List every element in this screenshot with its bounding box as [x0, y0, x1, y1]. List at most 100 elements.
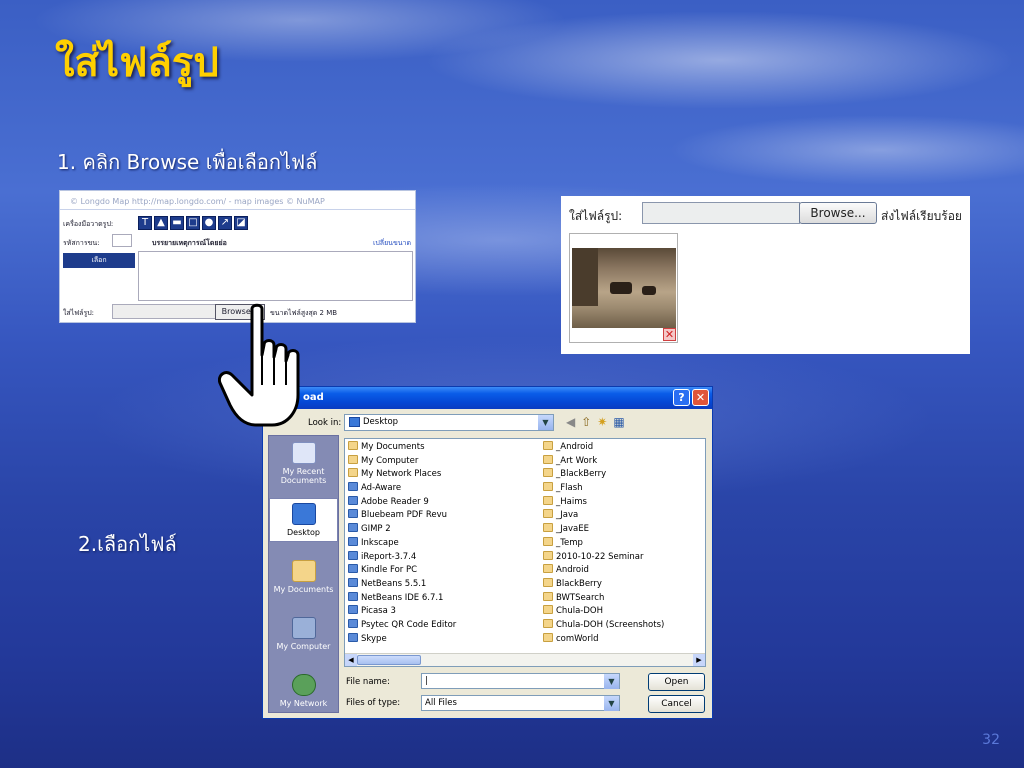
folder-icon	[543, 591, 553, 601]
polygon-tool-icon[interactable]: ◪	[234, 216, 248, 230]
file-list-item[interactable]: _Haims	[543, 495, 664, 510]
up-folder-icon[interactable]: ⇧	[581, 415, 591, 429]
scroll-left-icon[interactable]: ◀	[345, 654, 357, 666]
circle-tool-icon[interactable]: ●	[202, 216, 216, 230]
desktop-icon	[291, 503, 316, 525]
file-list-item[interactable]: My Computer	[348, 454, 456, 469]
file-list-item[interactable]: Ad-Aware	[348, 482, 456, 496]
description-textarea[interactable]	[138, 251, 413, 301]
file-list-item-label: _Flash	[556, 483, 583, 494]
file-list-item[interactable]: Adobe Reader 9	[348, 495, 456, 510]
resize-link[interactable]: เปลี่ยนขนาด	[373, 238, 411, 249]
file-list-item-label: BlackBerry	[556, 578, 602, 589]
file-list-item[interactable]: NetBeans IDE 6.7.1	[348, 591, 456, 606]
file-path-field[interactable]	[642, 202, 800, 224]
application-icon	[348, 605, 358, 615]
divider	[60, 209, 415, 210]
tools-label: เครื่องมือวาดรูป:	[63, 220, 114, 228]
place-my-network[interactable]: My Network	[269, 674, 338, 708]
file-list-item[interactable]: _JavaEE	[543, 523, 664, 537]
file-path-field[interactable]	[112, 304, 216, 319]
chevron-down-icon[interactable]: ▼	[604, 696, 619, 711]
file-list-item-label: Inkscape	[361, 537, 399, 548]
dialog-titlebar[interactable]: oad ? ✕	[263, 387, 712, 409]
file-list-item[interactable]: BWTSearch	[543, 591, 664, 606]
triangle-tool-icon[interactable]: ▲	[154, 216, 168, 230]
file-list-item[interactable]: Chula-DOH	[543, 605, 664, 619]
file-list-item[interactable]: My Documents	[348, 441, 456, 455]
close-button[interactable]: ✕	[692, 389, 709, 406]
select-button[interactable]: เลือก	[63, 253, 135, 268]
file-list-item[interactable]: _Android	[543, 441, 664, 455]
place-label: My Recent Documents	[280, 467, 327, 485]
photo-car	[642, 286, 656, 295]
file-list-item[interactable]: Android	[543, 564, 664, 578]
look-in-value: Desktop	[363, 417, 399, 427]
delete-icon[interactable]: ✕	[663, 328, 676, 341]
file-name-input[interactable]: | ▼	[421, 673, 620, 689]
file-list-item[interactable]: Kindle For PC	[348, 564, 456, 578]
square-tool-icon[interactable]: □	[186, 216, 200, 230]
place-my-recent-documents[interactable]: My Recent Documents	[269, 442, 338, 485]
scroll-right-icon[interactable]: ▶	[693, 654, 705, 666]
file-type-dropdown[interactable]: All Files ▼	[421, 695, 620, 711]
folder-icon	[543, 564, 553, 574]
file-list-item[interactable]: GIMP 2	[348, 523, 456, 537]
open-button[interactable]: Open	[648, 673, 705, 691]
file-list-item[interactable]: Picasa 3	[348, 605, 456, 619]
application-icon	[348, 482, 358, 492]
file-list-item[interactable]: BlackBerry	[543, 577, 664, 592]
view-menu-icon[interactable]: ▦	[613, 415, 624, 429]
file-list-item[interactable]: My Network Places	[348, 468, 456, 482]
file-list-item[interactable]: Inkscape	[348, 536, 456, 551]
file-list-item[interactable]: Skype	[348, 632, 456, 647]
file-list-item[interactable]: Bluebeam PDF Revu	[348, 509, 456, 523]
file-list-item-label: Skype	[361, 633, 387, 644]
file-list-item[interactable]: _Flash	[543, 482, 664, 496]
file-list-item[interactable]: NetBeans 5.5.1	[348, 577, 456, 592]
folder-icon	[348, 468, 358, 478]
back-icon[interactable]: ◀	[566, 415, 575, 429]
file-list-item[interactable]: _Java	[543, 509, 664, 523]
folder-icon	[543, 536, 553, 546]
page-number: 32	[982, 732, 1000, 748]
computer-icon	[291, 617, 316, 639]
file-list-item-label: NetBeans 5.5.1	[361, 578, 427, 589]
network-globe-icon	[291, 674, 316, 696]
file-list-item[interactable]: 2010-10-22 Seminar	[543, 550, 664, 565]
file-list-item[interactable]: comWorld	[543, 632, 664, 647]
cancel-button[interactable]: Cancel	[648, 695, 705, 713]
file-list-item[interactable]: iReport-3.7.4	[348, 550, 456, 565]
file-list-item[interactable]: _Art Work	[543, 454, 664, 469]
look-in-dropdown[interactable]: Desktop ▼	[344, 414, 554, 431]
scrollbar-thumb[interactable]	[357, 655, 421, 665]
chevron-down-icon[interactable]: ▼	[538, 415, 553, 430]
arrow-tool-icon[interactable]: ↗	[218, 216, 232, 230]
application-icon	[348, 577, 358, 587]
place-my-documents[interactable]: My Documents	[269, 560, 338, 594]
help-button[interactable]: ?	[673, 389, 690, 406]
file-list-item[interactable]: _BlackBerry	[543, 468, 664, 482]
file-list[interactable]: My Documents My Computer My Network Places…	[344, 438, 706, 667]
file-list-item[interactable]: _Temp	[543, 536, 664, 551]
new-folder-icon[interactable]: ✷	[597, 415, 607, 429]
place-my-computer[interactable]: My Computer	[269, 617, 338, 651]
place-desktop[interactable]: Desktop	[269, 498, 338, 542]
application-icon	[348, 536, 358, 546]
folder-icon	[543, 468, 553, 478]
browse-button[interactable]: Browse...	[799, 202, 877, 224]
text-tool-icon[interactable]: T	[138, 216, 152, 230]
chevron-down-icon[interactable]: ▼	[604, 674, 619, 689]
folder-icon	[291, 560, 316, 582]
horizontal-scrollbar[interactable]: ◀ ▶	[345, 653, 705, 666]
folder-icon	[543, 550, 553, 560]
folder-icon	[543, 454, 553, 464]
upload-result-panel: ใส่ไฟล์รูป: Browse... ส่งไฟล์เรียบร้อย ✕	[561, 196, 970, 354]
file-list-item-label: iReport-3.7.4	[361, 551, 417, 562]
code-input[interactable]	[112, 234, 132, 247]
desktop-icon	[349, 417, 360, 427]
file-list-item[interactable]: Chula-DOH (Screenshots)	[543, 618, 664, 633]
line-tool-icon[interactable]: ▬	[170, 216, 184, 230]
file-list-item[interactable]: Psytec QR Code Editor	[348, 618, 456, 633]
uploaded-photo-thumbnail	[572, 248, 676, 328]
